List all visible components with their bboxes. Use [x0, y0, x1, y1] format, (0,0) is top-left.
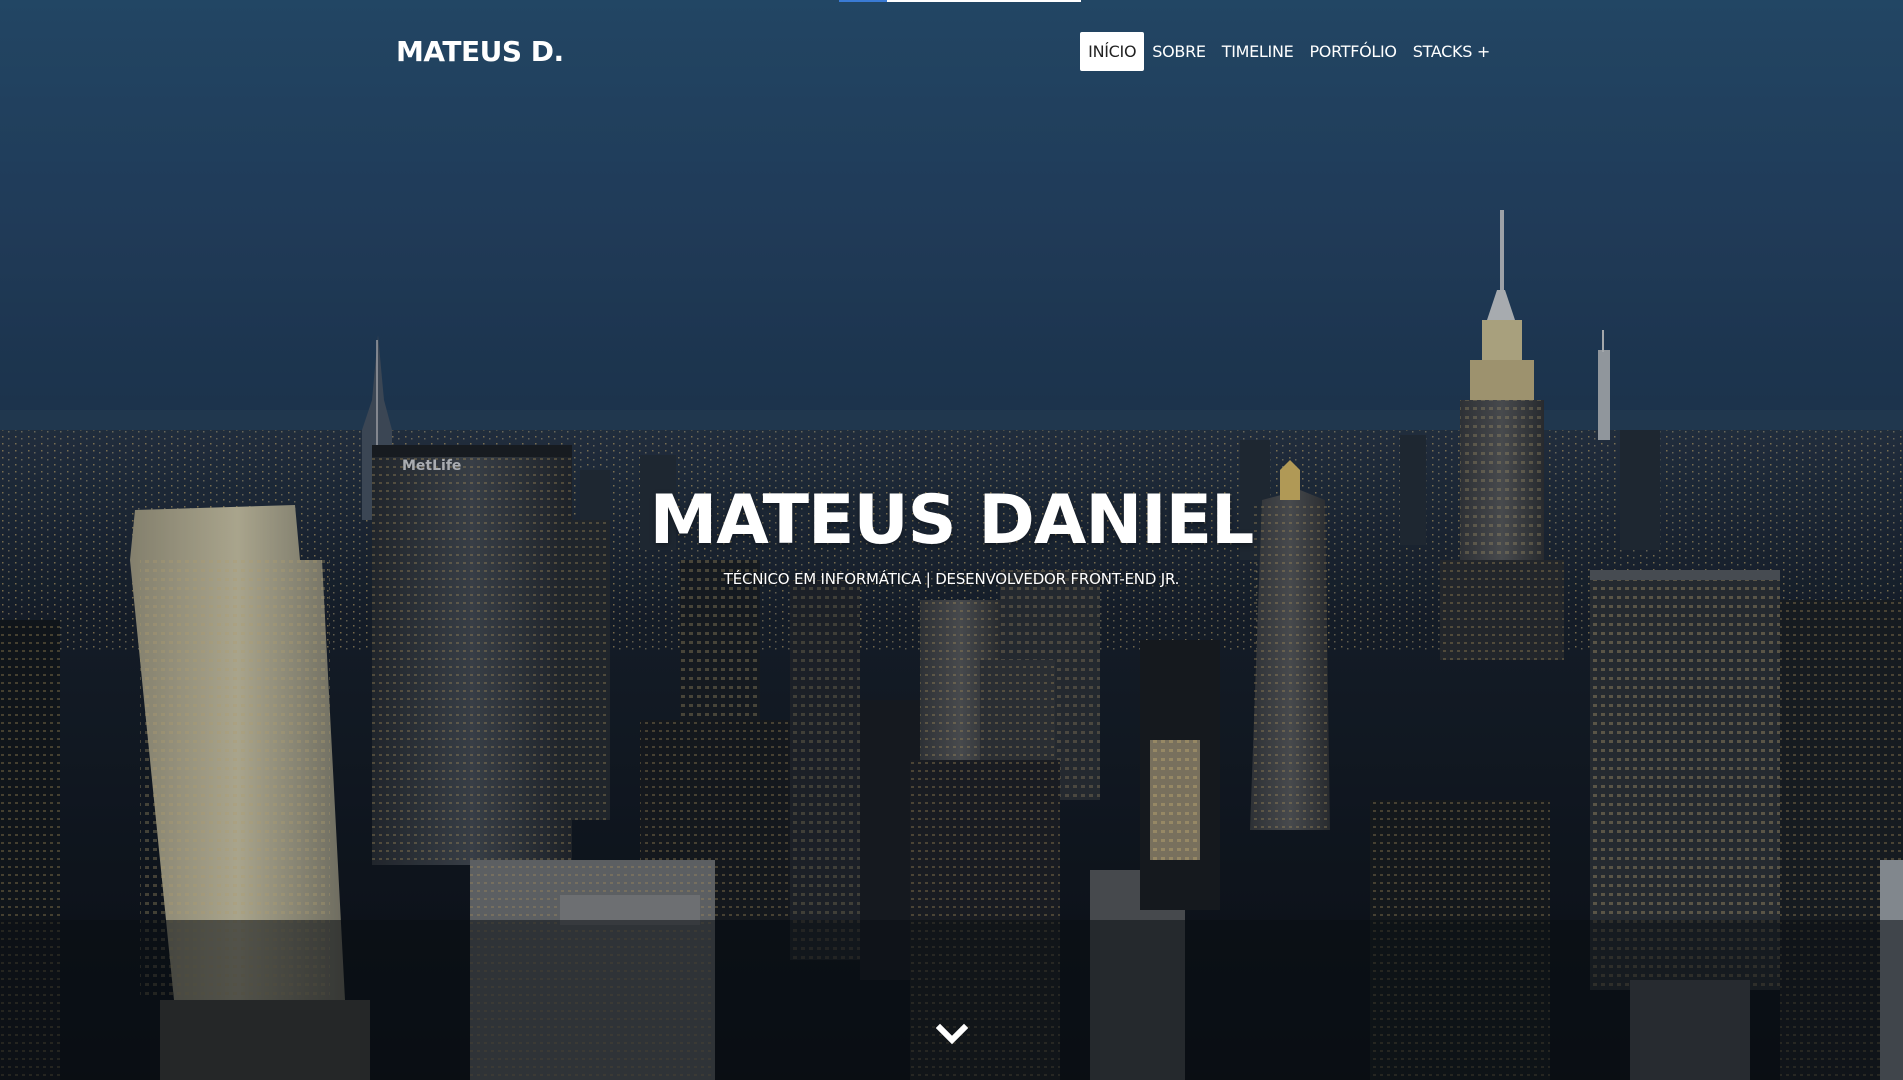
nav-link-stacks[interactable]: STACKS +	[1405, 32, 1498, 71]
hero-title: MATEUS DANIEL	[649, 481, 1255, 560]
nav-links: INÍCIO SOBRE TIMELINE PORTFÓLIO STACKS +	[1080, 31, 1498, 71]
scroll-progress-track	[839, 0, 1081, 2]
chevron-down-icon[interactable]	[935, 1022, 969, 1048]
nav-link-timeline[interactable]: TIMELINE	[1214, 32, 1302, 71]
nav-link-sobre[interactable]: SOBRE	[1144, 32, 1213, 71]
svg-text:MetLife: MetLife	[402, 458, 461, 474]
hero-subtitle: TÉCNICO EM INFORMÁTICA | DESENVOLVEDOR F…	[723, 570, 1180, 588]
nav-link-portfolio[interactable]: PORTFÓLIO	[1301, 32, 1404, 71]
top-navbar: MATEUS D. INÍCIO SOBRE TIMELINE PORTFÓLI…	[396, 30, 1498, 72]
hero-content: MATEUS DANIEL TÉCNICO EM INFORMÁTICA | D…	[0, 478, 1903, 588]
scroll-progress-fill	[839, 0, 888, 2]
hero-section: MetLife MATEUS D. INÍCIO SOBRE TIMELINE …	[0, 0, 1903, 1080]
brand-logo[interactable]: MATEUS D.	[396, 35, 564, 68]
nav-link-inicio[interactable]: INÍCIO	[1080, 31, 1145, 71]
